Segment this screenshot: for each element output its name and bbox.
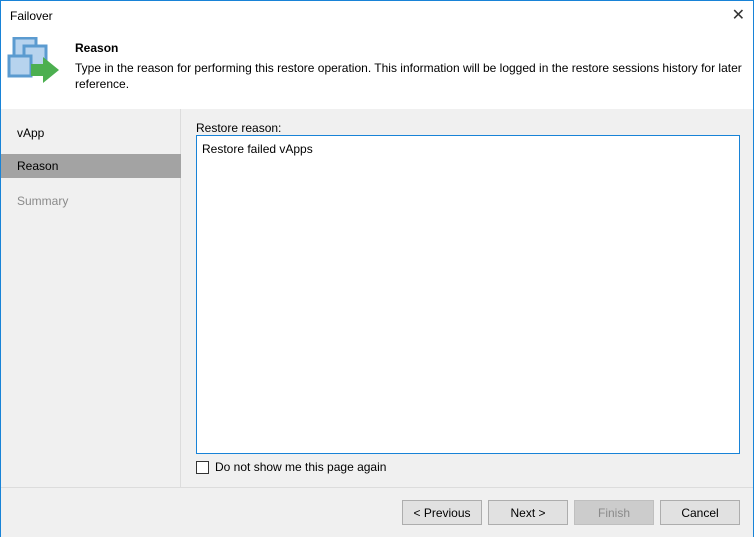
cancel-button[interactable]: Cancel	[660, 500, 740, 525]
restore-reason-label: Restore reason:	[196, 121, 282, 135]
close-icon[interactable]: ✕	[732, 5, 745, 25]
previous-button[interactable]: < Previous	[402, 500, 482, 525]
window-title: Failover	[10, 9, 53, 23]
step-reason[interactable]: Reason	[1, 154, 181, 178]
checkbox-box[interactable]	[196, 460, 209, 474]
page-description: Type in the reason for performing this r…	[75, 61, 742, 91]
wizard-steps: vApp Reason Summary	[1, 109, 181, 487]
step-summary: Summary	[17, 194, 69, 208]
step-vapp[interactable]: vApp	[1, 121, 181, 145]
failover-dialog: Failover ✕ Reason Type in the reason for…	[0, 0, 754, 537]
checkbox-label: Do not show me this page again	[215, 460, 387, 474]
dont-show-again-checkbox[interactable]: Do not show me this page again	[196, 460, 386, 474]
restore-reason-input[interactable]: Restore failed vApps	[196, 135, 740, 454]
finish-button: Finish	[574, 500, 654, 525]
page-title: Reason	[75, 41, 119, 55]
failover-icon	[7, 37, 59, 83]
next-button[interactable]: Next >	[488, 500, 568, 525]
